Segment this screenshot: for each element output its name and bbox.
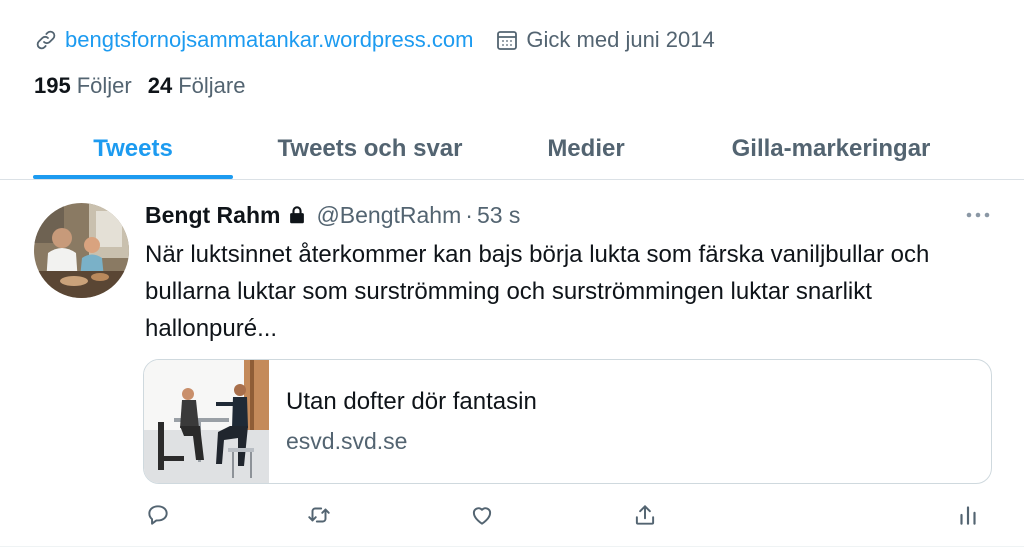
following-label[interactable]: Följer: [77, 73, 132, 99]
card-domain: esvd.svd.se: [286, 428, 408, 454]
tab-label[interactable]: Tweets och svar: [278, 135, 463, 163]
profile-tabs: Tweets Tweets och svar Medier Gilla-mark…: [0, 118, 1024, 180]
author-name[interactable]: Bengt Rahm: [145, 202, 280, 229]
card-thumbnail: [144, 360, 269, 483]
tab-label[interactable]: Gilla-markeringar: [732, 135, 931, 163]
tab-media[interactable]: Medier: [526, 118, 646, 179]
card-body: Utan dofter dör fantasin esvd.svd.se: [269, 360, 537, 483]
following-count[interactable]: 195: [34, 73, 71, 99]
more-options-icon[interactable]: [964, 205, 992, 225]
tab-tweets[interactable]: Tweets: [33, 118, 233, 179]
avatar[interactable]: [34, 203, 129, 298]
retweet-icon[interactable]: [304, 500, 334, 530]
website-text[interactable]: bengtsfornojsammatankar.wordpress.com: [65, 27, 473, 53]
website-link[interactable]: bengtsfornojsammatankar.wordpress.com: [34, 27, 473, 53]
tab-label[interactable]: Medier: [547, 135, 624, 163]
followers-link[interactable]: 24 Följare: [148, 73, 246, 99]
lock-icon: [286, 204, 308, 226]
following-link[interactable]: 195 Följer: [34, 73, 132, 99]
profile-meta-row: bengtsfornojsammatankar.wordpress.com Gi…: [34, 26, 715, 54]
active-tab-indicator: [33, 175, 233, 179]
followers-label[interactable]: Följare: [178, 73, 245, 99]
joined-date: Gick med juni 2014: [495, 27, 715, 53]
tab-tweets-and-replies[interactable]: Tweets och svar: [260, 118, 480, 179]
card-title[interactable]: Utan dofter dör fantasin: [286, 388, 537, 416]
follow-counts: 195 Följer 24 Följare: [34, 72, 261, 100]
separator-dot: ·: [465, 201, 473, 228]
tweet-header: Bengt Rahm @BengtRahm · 53 s: [145, 200, 520, 230]
tweet-actions: [0, 500, 1024, 532]
calendar-icon: [495, 28, 519, 52]
tweet-divider: [0, 546, 1024, 547]
tab-likes[interactable]: Gilla-markeringar: [708, 118, 954, 179]
share-icon[interactable]: [630, 500, 660, 530]
tab-label[interactable]: Tweets: [93, 135, 173, 163]
reply-icon[interactable]: [143, 500, 173, 530]
author-handle[interactable]: @BengtRahm: [316, 202, 461, 229]
followers-count[interactable]: 24: [148, 73, 172, 99]
tweet-text: När luktsinnet återkommer kan bajs börja…: [145, 241, 930, 342]
tweet-timestamp[interactable]: 53 s: [477, 202, 520, 229]
like-icon[interactable]: [467, 500, 497, 530]
link-icon: [34, 28, 58, 52]
joined-text: Gick med juni 2014: [526, 27, 715, 52]
analytics-icon[interactable]: [953, 500, 983, 530]
link-card[interactable]: Utan dofter dör fantasin esvd.svd.se: [143, 359, 992, 484]
